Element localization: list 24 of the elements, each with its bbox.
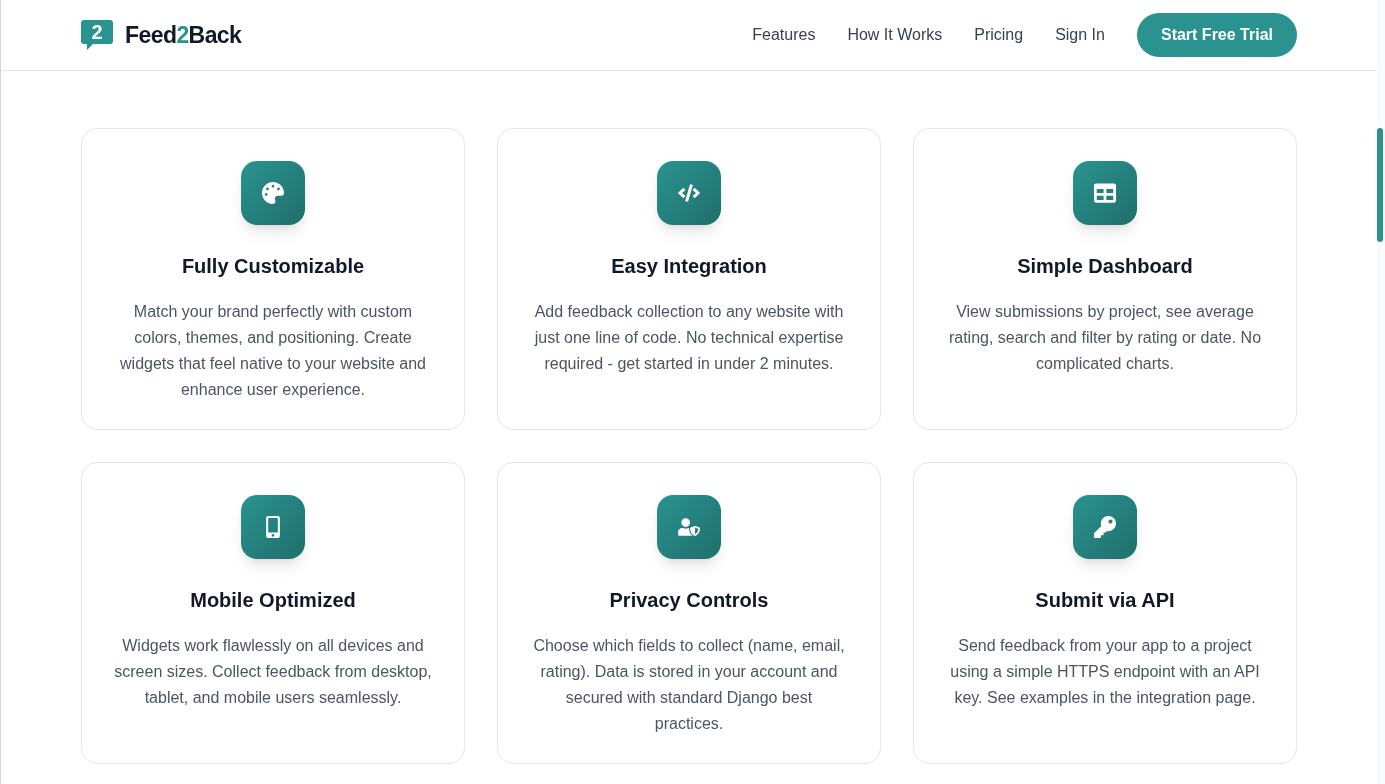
user-shield-icon bbox=[678, 516, 700, 538]
brand-name[interactable]: Feed2Back bbox=[125, 17, 242, 53]
table-icon bbox=[1094, 182, 1116, 204]
code-icon bbox=[678, 182, 700, 204]
feature-description: View submissions by project, see average rating, search and filter by rating or date. No complicated charts. bbox=[947, 302, 1263, 374]
start-trial-button[interactable]: Start Free Trial bbox=[1136, 13, 1297, 57]
feature-title: Easy Integration bbox=[611, 254, 767, 279]
feature-title: Fully Customizable bbox=[181, 254, 365, 279]
feature-title: Privacy Controls bbox=[609, 588, 769, 613]
nav-link[interactable]: Sign In bbox=[1055, 23, 1105, 47]
feature-description: Add feedback collection to any website with just one line of code. No technical expertise required - get started in under 2 minutes. bbox=[533, 302, 845, 374]
feature-description: Widgets work flawlessly on all devices and screen sizes. Collect feedback from desktop, tablet, and mobile users seamlessly. bbox=[114, 636, 432, 708]
feature-description: Choose which fields to collect (name, email, rating). Data is stored in your account and secured with standard Django best practices. bbox=[532, 636, 846, 734]
feature-title: Simple Dashboard bbox=[1017, 254, 1193, 279]
nav-link[interactable]: Pricing bbox=[974, 23, 1024, 47]
nav-link[interactable]: How It Works bbox=[847, 23, 943, 47]
feature-description: Send feedback from your app to a project using a simple HTTPS endpoint with an API key. See examples in the integration page. bbox=[949, 636, 1261, 708]
feature-title: Submit via API bbox=[1035, 588, 1175, 613]
scrollbar-thumb[interactable] bbox=[1377, 128, 1383, 242]
nav-link[interactable]: Features bbox=[752, 23, 816, 47]
key-icon bbox=[1094, 516, 1116, 538]
feature-description: Match your brand perfectly with custom colors, themes, and positioning. Create widgets that feel native to your website and enhance user experience. bbox=[119, 302, 427, 400]
feature-title: Mobile Optimized bbox=[190, 588, 356, 613]
palette-icon bbox=[262, 182, 284, 204]
